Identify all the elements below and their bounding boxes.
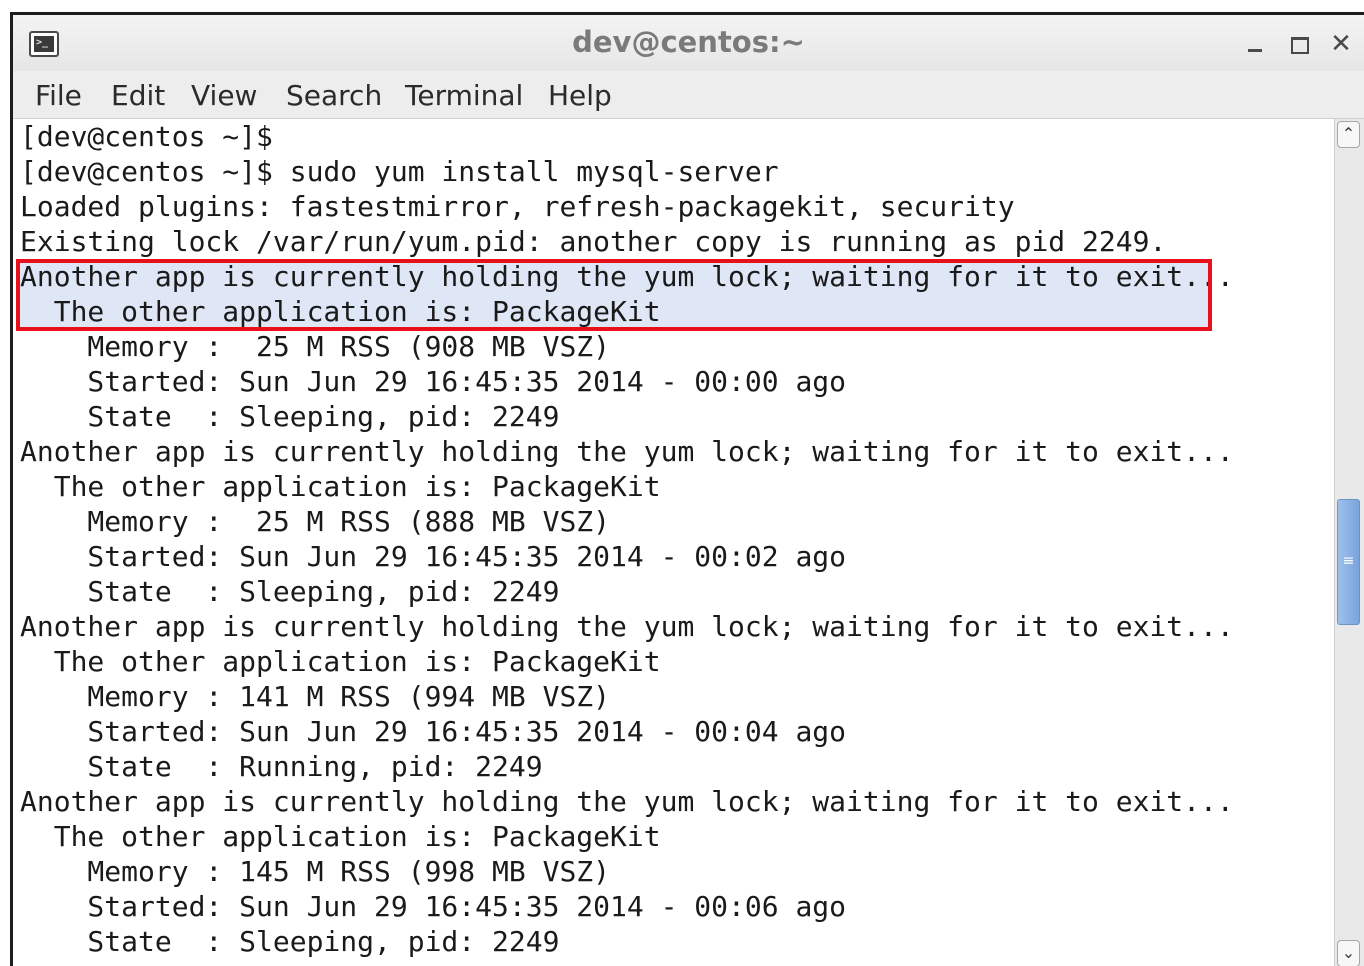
close-button[interactable]: ✕: [1324, 27, 1358, 61]
menu-view[interactable]: View: [191, 79, 257, 112]
terminal-line: The other application is: PackageKit: [20, 645, 661, 678]
scroll-down-button[interactable]: ⌄: [1337, 940, 1360, 966]
terminal-line: [dev@centos ~]$: [20, 120, 273, 153]
menu-edit[interactable]: Edit: [111, 79, 165, 112]
terminal-line: State : Sleeping, pid: 2249: [20, 925, 560, 958]
window-title: dev@centos:~: [572, 25, 805, 59]
terminal-line: State : Sleeping, pid: 2249: [20, 400, 560, 433]
terminal-window: >_ dev@centos:~ ✕ File Edit View Search …: [10, 12, 1364, 966]
terminal-line: Another app is currently holding the yum…: [20, 785, 1234, 818]
terminal-line: Memory : 145 M RSS (998 MB VSZ): [20, 855, 611, 888]
terminal-line: [dev@centos ~]$ sudo yum install mysql-s…: [20, 155, 779, 188]
chevron-up-icon: ⌃: [1341, 124, 1356, 143]
menu-bar: File Edit View Search Terminal Help: [13, 71, 1364, 119]
scroll-up-button[interactable]: ⌃: [1337, 121, 1360, 148]
terminal-line: Started: Sun Jun 29 16:45:35 2014 - 00:0…: [20, 715, 847, 748]
maximize-button[interactable]: [1282, 27, 1316, 61]
terminal-line: State : Running, pid: 2249: [20, 750, 543, 783]
title-bar[interactable]: >_ dev@centos:~ ✕: [13, 15, 1364, 71]
terminal-line: Memory : 25 M RSS (888 MB VSZ): [20, 505, 611, 538]
vertical-scrollbar[interactable]: ⌃ ≡ ⌄: [1334, 119, 1364, 966]
menu-terminal[interactable]: Terminal: [405, 79, 523, 112]
chevron-down-icon: ⌄: [1341, 943, 1356, 962]
terminal-line: Started: Sun Jun 29 16:45:35 2014 - 00:0…: [20, 890, 847, 923]
screenshot-top-edge: [0, 0, 1364, 12]
terminal-line: Existing lock /var/run/yum.pid: another …: [20, 225, 1167, 258]
maximize-icon: [1291, 37, 1309, 54]
menu-file[interactable]: File: [35, 79, 82, 112]
annotation-highlight-box: [16, 259, 1212, 331]
menu-search[interactable]: Search: [286, 79, 382, 112]
terminal-line: Started: Sun Jun 29 16:45:35 2014 - 00:0…: [20, 540, 847, 573]
minimize-icon: [1248, 49, 1262, 52]
terminal-line: Memory : 141 M RSS (994 MB VSZ): [20, 680, 611, 713]
close-icon: ✕: [1330, 29, 1352, 59]
terminal-output[interactable]: [dev@centos ~]$ [dev@centos ~]$ sudo yum…: [13, 119, 1335, 966]
terminal-line: The other application is: PackageKit: [20, 470, 661, 503]
terminal-line: The other application is: PackageKit: [20, 820, 661, 853]
terminal-line: Another app is currently holding the yum…: [20, 610, 1234, 643]
minimize-button[interactable]: [1238, 27, 1272, 61]
menu-help[interactable]: Help: [548, 79, 612, 112]
grip-icon: ≡: [1342, 553, 1355, 569]
terminal-line: Started: Sun Jun 29 16:45:35 2014 - 00:0…: [20, 365, 847, 398]
terminal-line: Another app is currently holding the yum…: [20, 435, 1234, 468]
scrollbar-thumb[interactable]: ≡: [1337, 499, 1360, 625]
terminal-line: Loaded plugins: fastestmirror, refresh-p…: [20, 190, 1015, 223]
terminal-line: State : Sleeping, pid: 2249: [20, 575, 560, 608]
terminal-line: Memory : 25 M RSS (908 MB VSZ): [20, 330, 611, 363]
